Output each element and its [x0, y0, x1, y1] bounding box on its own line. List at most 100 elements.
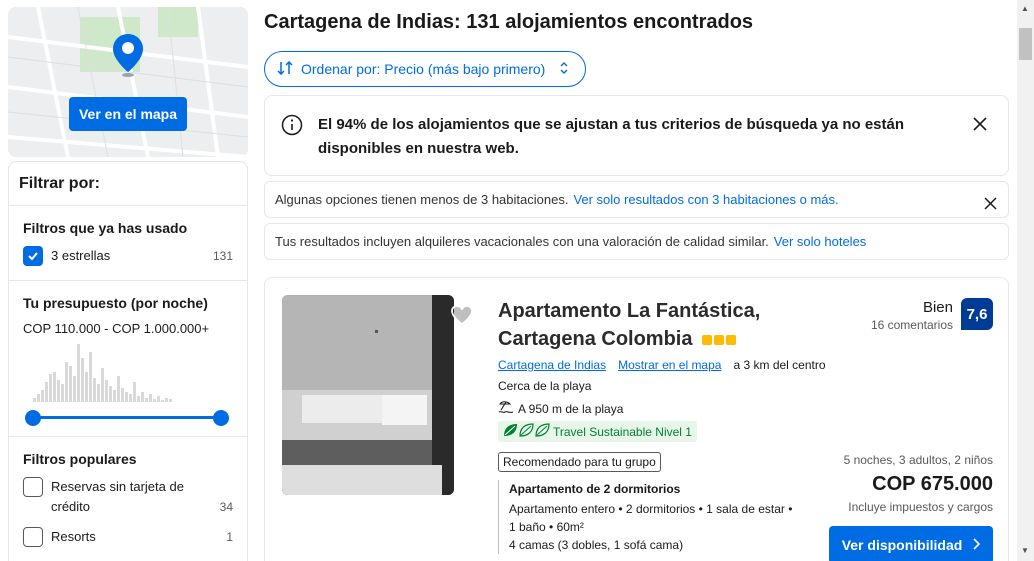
histogram-bar	[97, 384, 100, 402]
show-on-map-link[interactable]: Mostrar en el mapa	[618, 358, 721, 372]
star-icon	[702, 334, 713, 345]
beach-distance: A 950 m de la playa	[518, 401, 624, 416]
close-icon[interactable]	[984, 194, 997, 215]
slider-max-handle[interactable]	[213, 410, 229, 426]
property-photo[interactable]	[282, 295, 454, 495]
sort-arrows-icon	[277, 60, 293, 78]
map-background	[8, 7, 248, 157]
score-word: Bien	[922, 299, 953, 316]
filter-resorts[interactable]: Resorts 1	[23, 527, 233, 547]
filter-count: 34	[219, 500, 233, 514]
star-rating	[702, 334, 737, 345]
filter-count: 1	[226, 530, 233, 544]
center-distance: a 3 km del centro	[733, 358, 826, 372]
used-filters-section: Filtros que ya has usado 3 estrellas 131	[9, 206, 247, 281]
location-link[interactable]: Cartagena de Indias	[498, 358, 606, 372]
histogram-bar	[57, 380, 60, 402]
map-preview[interactable]: Ver en el mapa	[8, 7, 248, 157]
location-line: Cartagena de Indias Mostrar en el mapa a…	[498, 358, 826, 372]
histogram-bar	[65, 362, 68, 402]
histogram-bar	[141, 392, 144, 402]
star-icon	[726, 334, 737, 345]
scrollbar-thumb[interactable]	[1019, 28, 1032, 60]
review-count: 16 comentarios	[870, 318, 953, 332]
histogram-bar	[41, 390, 44, 402]
histogram-bar	[61, 384, 64, 402]
see-availability-label: Ver disponibilidad	[841, 537, 963, 553]
see-availability-button[interactable]: Ver disponibilidad	[829, 526, 993, 561]
budget-slider[interactable]	[23, 402, 233, 432]
rooms-filter-link[interactable]: Ver solo resultados con 3 habitaciones o…	[573, 192, 838, 207]
histogram-bar	[93, 378, 96, 402]
checkbox-icon[interactable]	[23, 477, 43, 497]
page-title: Cartagena de Indias: 131 alojamientos en…	[264, 11, 754, 33]
checkbox-icon[interactable]	[23, 527, 43, 547]
filter-label: Reservas sin tarjeta de crédito	[51, 479, 184, 514]
histogram-bar	[109, 386, 112, 402]
histogram-bar	[69, 366, 72, 402]
histogram-bar	[49, 374, 52, 402]
price: COP 675.000	[872, 473, 993, 495]
histogram-bar	[101, 368, 104, 402]
histogram-bar	[77, 344, 80, 402]
filter-no-credit-card[interactable]: Reservas sin tarjeta de crédito 34	[23, 477, 233, 517]
tax-note: Incluye impuestos y cargos	[848, 500, 993, 514]
budget-section: Tu presupuesto (por noche) COP 110.000 -…	[9, 281, 247, 437]
histogram-bar	[105, 380, 108, 402]
review-score-badge[interactable]: 7,6	[961, 298, 993, 330]
scroll-up-arrow-icon[interactable]: ▲	[1021, 4, 1029, 13]
property-name[interactable]: Apartamento La Fantástica, Cartagena Col…	[498, 297, 798, 353]
histogram-bar	[53, 372, 56, 402]
sustainability-label: Travel Sustainable Nivel 1	[553, 424, 692, 439]
budget-range: COP 110.000 - COP 1.000.000+	[23, 321, 210, 336]
rooms-info-text: Algunas opciones tienen menos de 3 habit…	[275, 192, 569, 207]
popular-filters-section: Filtros populares Reservas sin tarjeta d…	[9, 437, 247, 547]
histogram-bar	[129, 394, 132, 402]
histogram-bar	[45, 382, 48, 402]
used-filters-heading: Filtros que ya has usado	[23, 220, 188, 236]
filter-count: 131	[212, 249, 233, 263]
property-card: Apartamento La Fantástica, Cartagena Col…	[264, 277, 1009, 561]
room-specs: Apartamento entero • 2 dormitorios • 1 s…	[509, 502, 793, 534]
slider-track	[31, 416, 223, 419]
histogram-bar	[113, 390, 116, 402]
stay-summary: 5 noches, 3 adultos, 2 niños	[843, 453, 993, 467]
vacation-rentals-text: Tus resultados incluyen alquileres vacac…	[275, 234, 769, 249]
star-icon	[714, 334, 725, 345]
popular-filters-heading: Filtros populares	[23, 451, 137, 467]
rooms-info-bar: Algunas opciones tienen menos de 3 habit…	[264, 181, 1009, 218]
histogram-bar	[149, 394, 152, 402]
filter-3-stars[interactable]: 3 estrellas 131	[23, 246, 233, 266]
filter-label: 3 estrellas	[51, 248, 111, 263]
histogram-bar	[73, 376, 76, 402]
histogram-bar	[85, 372, 88, 402]
availability-notice: El 94% de los alojamientos que se ajusta…	[264, 95, 1009, 176]
map-pin-icon	[113, 34, 143, 77]
filters-panel: Filtrar por: Filtros que ya has usado 3 …	[8, 161, 248, 561]
sort-button[interactable]: Ordenar por: Precio (más bajo primero)	[264, 51, 586, 87]
histogram-bar	[125, 392, 128, 402]
histogram-bar	[81, 358, 84, 402]
view-on-map-button[interactable]: Ver en el mapa	[69, 97, 187, 131]
close-icon[interactable]	[973, 115, 987, 136]
heart-icon[interactable]	[450, 304, 474, 331]
scroll-down-arrow-icon[interactable]: ▼	[1021, 546, 1029, 555]
chevron-right-icon	[972, 537, 981, 553]
checkbox-checked-icon[interactable]	[23, 246, 43, 266]
slider-min-handle[interactable]	[25, 410, 41, 426]
sort-label: Ordenar por: Precio (más bajo primero)	[301, 61, 546, 77]
beach-distance-row: A 950 m de la playa	[498, 400, 623, 417]
histogram-bar	[121, 388, 124, 402]
budget-heading: Tu presupuesto (por noche)	[23, 295, 208, 311]
vacation-rentals-bar: Tus resultados incluyen alquileres vacac…	[264, 223, 1009, 260]
filters-title: Filtrar por:	[9, 162, 247, 206]
beach-icon	[498, 400, 514, 417]
histogram-bar	[89, 352, 92, 402]
recommended-badge: Recomendado para tu grupo	[498, 452, 661, 472]
hotels-only-link[interactable]: Ver solo hoteles	[774, 234, 867, 249]
sustainability-badge[interactable]: Travel Sustainable Nivel 1	[498, 421, 697, 442]
page-scrollbar[interactable]: ▲ ▼	[1017, 0, 1034, 561]
notice-text: El 94% de los alojamientos que se ajusta…	[318, 116, 905, 157]
beach-proximity: Cerca de la playa	[498, 379, 592, 393]
room-title: Apartamento de 2 dormitorios	[509, 482, 681, 496]
